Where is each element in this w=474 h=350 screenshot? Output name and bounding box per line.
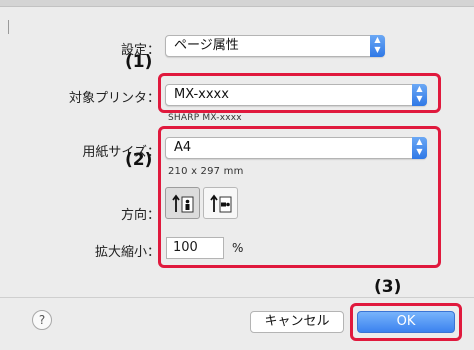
settings-popup[interactable]: ページ属性 ▲ ▼ — [165, 35, 385, 57]
separator — [0, 297, 474, 298]
highlight-box-1 — [158, 73, 441, 113]
printer-model: SHARP MX-xxxx — [168, 113, 242, 123]
printer-label: 対象プリンタ： — [68, 91, 160, 106]
orientation-label: 方向： — [120, 208, 160, 223]
highlight-box-2 — [158, 126, 441, 268]
highlight-box-3 — [350, 303, 462, 341]
window-top-edge — [0, 0, 474, 7]
help-button[interactable]: ? — [32, 310, 52, 330]
divider — [8, 20, 9, 34]
scale-label: 拡大縮小： — [94, 245, 160, 260]
callout-2: (2) — [125, 150, 153, 170]
settings-value: ページ属性 — [174, 38, 239, 53]
cancel-button[interactable]: キャンセル — [250, 311, 344, 333]
chevron-updown-icon: ▲ ▼ — [370, 35, 385, 57]
callout-3: (3) — [374, 277, 402, 297]
callout-1: (1) — [125, 52, 153, 72]
